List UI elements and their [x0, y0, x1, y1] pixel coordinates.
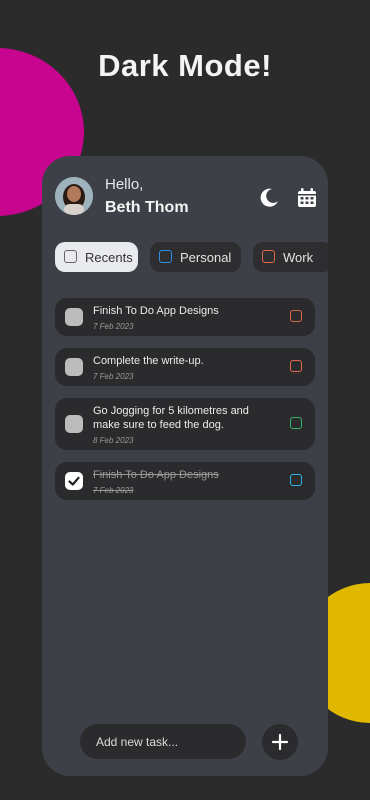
- task-checkbox[interactable]: [65, 308, 83, 326]
- task-date: 8 Feb 2023: [93, 436, 134, 445]
- tab-label: Recents: [85, 249, 133, 265]
- todo-app-card: Hello, Beth Thom Recents Personal Work F…: [42, 156, 328, 776]
- category-tag-icon: [290, 310, 302, 322]
- task-title: Finish To Do App Designs: [93, 305, 219, 317]
- task-date: 7 Feb 2023: [93, 486, 134, 495]
- avatar[interactable]: [55, 177, 93, 215]
- tab-recents[interactable]: Recents: [55, 242, 138, 272]
- task-checkbox[interactable]: [65, 415, 83, 433]
- tab-personal[interactable]: Personal: [150, 242, 241, 272]
- task-date: 7 Feb 2023: [93, 322, 134, 331]
- task-title: Finish To Do App Designs: [93, 469, 219, 481]
- task-item[interactable]: Complete the write-up. 7 Feb 2023: [55, 348, 315, 386]
- task-item[interactable]: Finish To Do App Designs 7 Feb 2023: [55, 462, 315, 500]
- task-item[interactable]: Finish To Do App Designs 7 Feb 2023: [55, 298, 315, 336]
- checkbox-icon: [64, 250, 77, 263]
- add-task-button[interactable]: [262, 724, 298, 760]
- task-date: 7 Feb 2023: [93, 372, 134, 381]
- task-title: Complete the write-up.: [93, 355, 204, 367]
- task-checkbox-checked[interactable]: [65, 472, 83, 490]
- filter-tabs: Recents Personal Work: [55, 242, 328, 272]
- category-tag-icon: [290, 417, 302, 429]
- category-tag-icon: [290, 360, 302, 372]
- plus-icon: [271, 733, 289, 751]
- add-task-input[interactable]: [80, 724, 246, 759]
- page-title: Dark Mode!: [98, 48, 272, 83]
- category-tag-icon: [290, 474, 302, 486]
- checkbox-icon: [262, 250, 275, 263]
- tab-label: Work: [283, 249, 314, 265]
- greeting-text: Hello,: [105, 176, 144, 193]
- avatar-image: [55, 177, 93, 215]
- task-title: Go Jogging for 5 kilometres and make sur…: [93, 405, 249, 431]
- calendar-icon[interactable]: [295, 186, 319, 210]
- task-checkbox[interactable]: [65, 358, 83, 376]
- user-name: Beth Thom: [105, 199, 189, 216]
- checkmark-icon: [68, 476, 80, 486]
- tab-work[interactable]: Work: [253, 242, 328, 272]
- task-item[interactable]: Go Jogging for 5 kilometres and make sur…: [55, 398, 315, 450]
- checkbox-icon: [159, 250, 172, 263]
- tab-label: Personal: [180, 249, 232, 265]
- moon-icon[interactable]: [257, 186, 281, 210]
- phone-screen: Dark Mode! Hello, Beth Thom Recents Pers…: [0, 0, 370, 800]
